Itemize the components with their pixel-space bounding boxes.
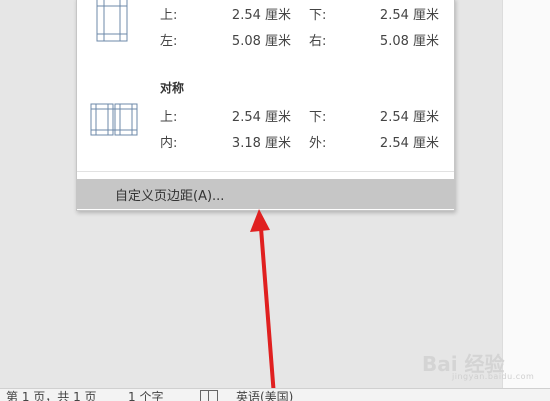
language-status[interactable]: 英语(美国)	[236, 389, 293, 401]
page-count-status[interactable]: 第 1 页，共 1 页	[6, 389, 97, 401]
proofing-book-icon[interactable]	[200, 390, 218, 401]
word-count-status[interactable]: 1 个字	[128, 389, 163, 401]
watermark-url: jingyan.baidu.com	[452, 372, 535, 381]
annotation-arrow-icon	[250, 209, 276, 398]
baidu-jingyan-watermark: Bai 经验 jingyan.baidu.com	[422, 348, 535, 388]
status-bar: 第 1 页，共 1 页 1 个字 英语(美国)	[0, 388, 550, 401]
